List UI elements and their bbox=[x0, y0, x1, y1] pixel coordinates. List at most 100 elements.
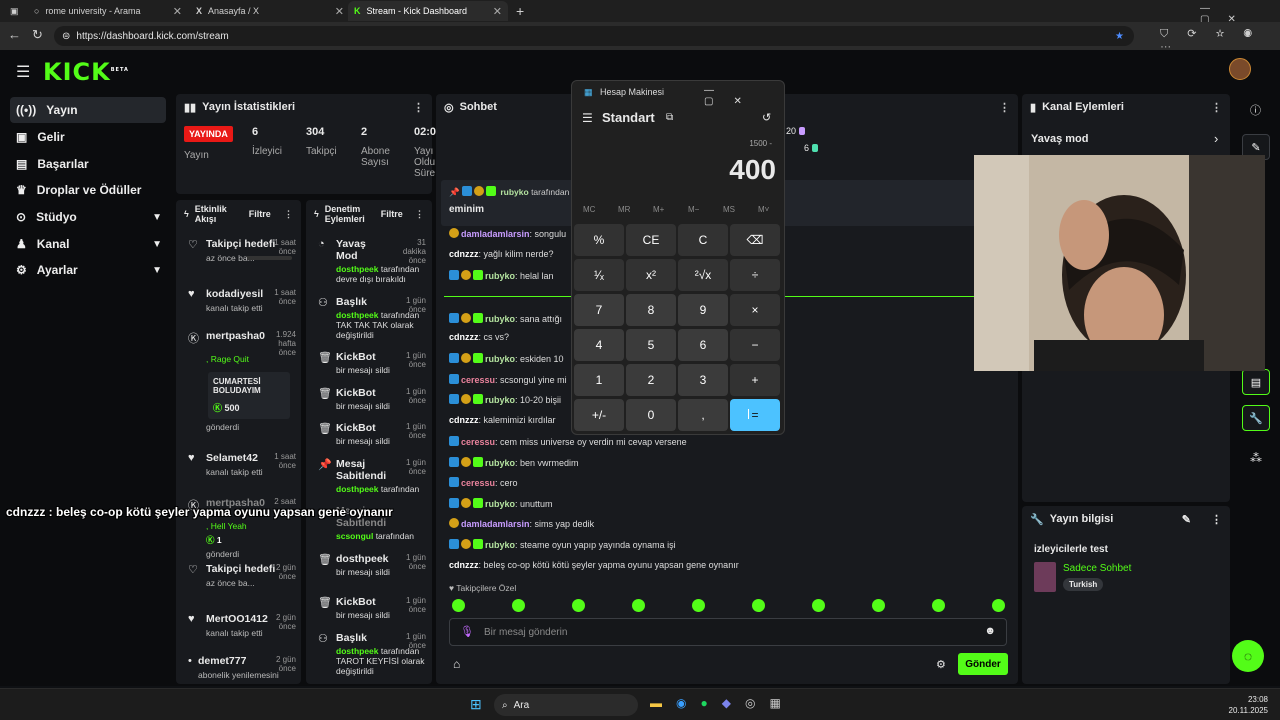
calc-key[interactable]: , bbox=[678, 399, 728, 431]
calc-memory-button[interactable]: MR bbox=[618, 205, 630, 214]
store-icon[interactable]: ⌂ bbox=[453, 657, 460, 671]
emote-icon[interactable] bbox=[692, 599, 705, 612]
rail-button[interactable]: ▤ bbox=[1242, 369, 1270, 395]
calc-key[interactable]: 6 bbox=[678, 329, 728, 361]
edit-icon[interactable]: ✎ bbox=[1182, 513, 1191, 526]
keep-on-top-icon[interactable]: ⧉ bbox=[666, 112, 673, 123]
calc-key[interactable]: 0 bbox=[626, 399, 676, 431]
chat-username[interactable]: rubyko bbox=[485, 540, 515, 550]
calc-key[interactable]: 2 bbox=[626, 364, 676, 396]
emoji-icon[interactable]: ☻ bbox=[984, 625, 996, 637]
taskbar-app-icons[interactable]: ▬◉●◆◎▦ bbox=[650, 696, 795, 710]
chat-username[interactable]: cdnzzz bbox=[449, 560, 479, 570]
slow-mode-action[interactable]: Yavaş mod bbox=[1031, 133, 1088, 145]
chat-username[interactable]: rubyko bbox=[485, 499, 515, 509]
chevron-right-icon[interactable]: › bbox=[1214, 131, 1218, 146]
url-field[interactable]: ⊜ https://dashboard.kick.com/stream ★ bbox=[54, 26, 1134, 46]
calc-key[interactable]: 1 bbox=[574, 364, 624, 396]
tab-actions-icon[interactable]: ▣ bbox=[4, 1, 24, 21]
chat-username[interactable]: damladamlarsin bbox=[461, 519, 530, 529]
calc-key[interactable]: 9 bbox=[678, 294, 728, 326]
emote-icon[interactable] bbox=[752, 599, 765, 612]
category-thumbnail[interactable] bbox=[1034, 562, 1056, 592]
chat-username[interactable]: cdnzzz bbox=[449, 332, 479, 342]
calc-key[interactable]: 5 bbox=[626, 329, 676, 361]
chat-username[interactable]: rubyko bbox=[485, 354, 515, 364]
chat-username[interactable]: ceressu bbox=[461, 437, 495, 447]
taskbar-clock[interactable]: 23:08 20.11.2025 bbox=[1229, 694, 1268, 716]
chat-username[interactable]: damladamlarsin bbox=[461, 229, 530, 239]
sidebar-item-kanal[interactable]: ♟ Kanal ▼ bbox=[10, 231, 166, 257]
calc-memory-button[interactable]: M˅ bbox=[758, 205, 769, 214]
calc-window-controls[interactable]: —▢✕ bbox=[704, 85, 784, 107]
info-icon[interactable]: ⓘ bbox=[1250, 102, 1261, 118]
calc-key[interactable]: CE bbox=[626, 224, 676, 256]
emote-icon[interactable] bbox=[572, 599, 585, 612]
send-button[interactable]: Gönder bbox=[958, 653, 1008, 675]
filter-button[interactable]: Filtre bbox=[249, 209, 271, 219]
calc-key[interactable]: ²√x bbox=[678, 259, 728, 291]
sidebar-item-yayin[interactable]: ((•)) Yayın bbox=[10, 97, 166, 123]
gear-icon[interactable]: ⚙ bbox=[936, 658, 946, 671]
site-info-icon[interactable]: ⊜ bbox=[62, 31, 70, 42]
calc-key[interactable]: x² bbox=[626, 259, 676, 291]
emote-icon[interactable] bbox=[512, 599, 525, 612]
calc-memory-button[interactable]: MC bbox=[583, 205, 595, 214]
windows-start-icon[interactable]: ⊞ bbox=[470, 696, 482, 713]
sidebar-item-ayarlar[interactable]: ⚙ Ayarlar ▼ bbox=[10, 257, 166, 283]
emote-icon[interactable] bbox=[632, 599, 645, 612]
chat-username[interactable]: ceressu bbox=[461, 375, 495, 385]
more-icon[interactable]: ⋮ bbox=[999, 101, 1010, 114]
tab-kick[interactable]: K Stream - Kick Dashboard ✕ bbox=[348, 1, 508, 21]
tab-x[interactable]: X Anasayfa / X ✕ bbox=[190, 1, 350, 21]
calc-key[interactable]: ¹⁄ₓ bbox=[574, 259, 624, 291]
chat-username[interactable]: rubyko bbox=[485, 395, 515, 405]
emote-icon[interactable] bbox=[812, 599, 825, 612]
more-icon[interactable]: ⋮ bbox=[415, 209, 424, 220]
calc-key[interactable]: ÷ bbox=[730, 259, 780, 291]
chat-input[interactable]: 🎙 Bir mesaj gönderin ☻ bbox=[449, 618, 1007, 646]
category-link[interactable]: Sadece Sohbet bbox=[1063, 563, 1131, 574]
dots-grid-icon[interactable]: ⁂ bbox=[1250, 451, 1262, 465]
close-icon[interactable]: ✕ bbox=[493, 5, 502, 18]
chat-username[interactable]: ceressu bbox=[461, 478, 495, 488]
calc-key[interactable]: − bbox=[730, 329, 780, 361]
back-icon[interactable]: ← bbox=[8, 27, 21, 42]
close-icon[interactable]: ✕ bbox=[335, 5, 344, 18]
tab-search[interactable]: ○ rome university - Arama ✕ bbox=[28, 1, 188, 21]
rail-button[interactable]: 🔧 bbox=[1242, 405, 1270, 431]
calc-key[interactable]: 7 bbox=[574, 294, 624, 326]
history-icon[interactable]: ↺ bbox=[762, 111, 771, 124]
calc-key[interactable]: +/- bbox=[574, 399, 624, 431]
calc-key[interactable]: 4 bbox=[574, 329, 624, 361]
more-icon[interactable]: ⋮ bbox=[1211, 513, 1222, 526]
calc-key[interactable]: 8 bbox=[626, 294, 676, 326]
new-tab-button[interactable]: + bbox=[510, 1, 530, 21]
sidebar-item-studyo[interactable]: ⊙ Stüdyo ▼ bbox=[10, 204, 166, 230]
reload-icon[interactable]: ↻ bbox=[32, 27, 43, 43]
favorite-star-icon[interactable]: ★ bbox=[1115, 31, 1124, 42]
emote-icon[interactable] bbox=[932, 599, 945, 612]
pinned-user[interactable]: rubyko bbox=[500, 187, 528, 197]
mic-icon[interactable]: 🎙 bbox=[460, 625, 474, 638]
sidebar-item-gelir[interactable]: ▣ Gelir bbox=[10, 124, 166, 150]
calc-key[interactable]: C bbox=[678, 224, 728, 256]
avatar[interactable] bbox=[1229, 58, 1251, 80]
calc-memory-button[interactable]: M− bbox=[688, 205, 699, 214]
chat-username[interactable]: rubyko bbox=[485, 271, 515, 281]
calc-key[interactable]: 3 bbox=[678, 364, 728, 396]
hamburger-icon[interactable]: ☰ bbox=[582, 111, 593, 125]
sidebar-item-droplar[interactable]: ♛ Droplar ve Ödüller bbox=[10, 177, 166, 203]
calc-memory-button[interactable]: MS bbox=[723, 205, 735, 214]
headset-icon[interactable]: ◌ bbox=[1232, 640, 1264, 672]
more-icon[interactable]: ⋮ bbox=[413, 101, 424, 114]
emote-icon[interactable] bbox=[452, 599, 465, 612]
chat-username[interactable]: rubyko bbox=[485, 314, 515, 324]
calc-key[interactable]: × bbox=[730, 294, 780, 326]
menu-icon[interactable]: ☰ bbox=[16, 62, 30, 82]
calc-key[interactable]: + bbox=[730, 364, 780, 396]
sidebar-item-basarilar[interactable]: ▤ Başarılar bbox=[10, 151, 166, 177]
more-icon[interactable]: ⋮ bbox=[1211, 101, 1222, 114]
filter-button[interactable]: Filtre bbox=[381, 209, 403, 219]
chat-username[interactable]: rubyko bbox=[485, 458, 515, 468]
